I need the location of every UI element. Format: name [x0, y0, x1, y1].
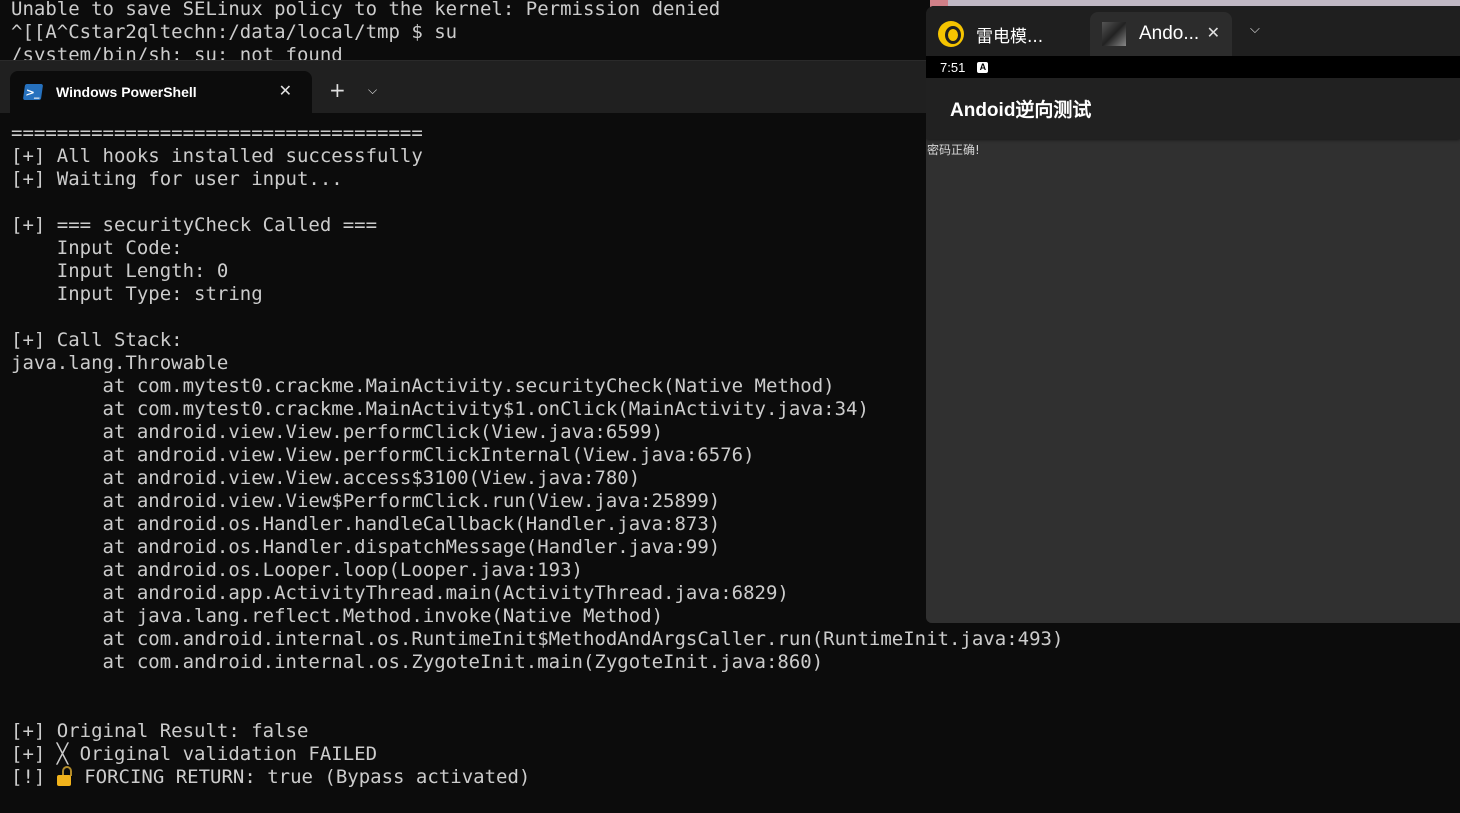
- close-tab-icon[interactable]: ✕: [279, 82, 292, 100]
- app-action-bar: Andoid逆向测试: [926, 78, 1460, 139]
- powershell-window: >_ Windows PowerShell ✕ + ⌵ ============…: [0, 60, 1063, 813]
- emulator-tabbar: 雷电模... Ando... ✕ ⌵: [926, 6, 1460, 56]
- app-thumbnail-icon: [1102, 22, 1126, 46]
- android-screen[interactable]: 7:51 A Andoid逆向测试 密码正确!: [926, 56, 1460, 623]
- line-text: FORCING RETURN: true (Bypass activated): [72, 766, 531, 788]
- ldplayer-logo-icon: [938, 21, 964, 47]
- tab-ldplayer[interactable]: 雷电模...: [938, 12, 1088, 56]
- tab-android-app[interactable]: Ando... ✕: [1090, 12, 1232, 56]
- powershell-icon: >_: [22, 84, 44, 100]
- new-tab-button[interactable]: +: [329, 78, 346, 102]
- unlocked-padlock-icon: [56, 766, 73, 786]
- emulator-window: 雷电模... Ando... ✕ ⌵ 7:51 A Andoid逆向测试 密码正…: [926, 6, 1460, 623]
- tab-title: Windows PowerShell: [56, 84, 197, 100]
- terminal-line: Unable to save SELinux policy to the ker…: [11, 0, 721, 20]
- terminal-line: ^[[A^Cstar2qltechn:/data/local/tmp $ su: [11, 21, 458, 43]
- a-notification-icon: A: [977, 61, 989, 73]
- terminal-line: [+] Original Result: false: [11, 720, 309, 742]
- tab-label: Ando...: [1139, 23, 1200, 44]
- terminal-line: at com.android.internal.os.RuntimeInit$M…: [11, 628, 1064, 650]
- chevron-down-icon[interactable]: ⌵: [1250, 22, 1260, 37]
- terminal-line: at com.android.internal.os.ZygoteInit.ma…: [11, 651, 824, 673]
- tab-label: 雷电模...: [976, 26, 1044, 47]
- close-tab-icon[interactable]: ✕: [1207, 24, 1220, 42]
- result-text: 密码正确!: [927, 143, 980, 157]
- terminal-line: [+] ╳ Original validation FAILED: [11, 743, 378, 765]
- powershell-tabbar: >_ Windows PowerShell ✕ + ⌵: [0, 61, 930, 113]
- status-time: 7:51: [940, 59, 966, 75]
- terminal-line: [!] FORCING RETURN: true (Bypass activat…: [11, 766, 1451, 789]
- line-prefix: [!]: [11, 766, 57, 788]
- status-bar: 7:51 A: [926, 56, 1460, 78]
- chevron-down-icon[interactable]: ⌵: [368, 81, 377, 99]
- app-title: Andoid逆向测试: [950, 100, 1092, 121]
- tab-windows-powershell[interactable]: >_ Windows PowerShell ✕: [10, 71, 312, 113]
